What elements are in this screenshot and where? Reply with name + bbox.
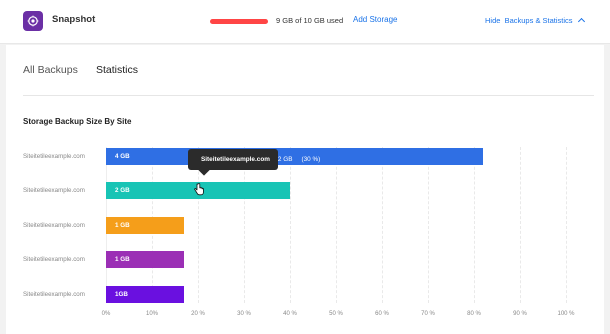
grid-line [244, 147, 245, 303]
x-axis-tick-label: 40 % [283, 311, 297, 317]
chart-bar[interactable]: 4 GB [106, 148, 484, 165]
chevron-up-icon [577, 17, 585, 26]
x-axis-tick-label: 60 % [375, 311, 389, 317]
tooltip-size: 2 GB [277, 156, 293, 163]
site-label: Siteitetileexample.com [23, 187, 85, 194]
x-axis-tick-label: 80 % [467, 311, 481, 317]
grid-line [290, 147, 291, 303]
tab-statistics[interactable]: Statistics [96, 64, 138, 76]
app-title: Snapshot [52, 14, 96, 25]
chart-bar[interactable]: 1GB [106, 286, 185, 303]
hide-backups-statistics-toggle[interactable]: Hide Backups & Statistics [485, 16, 585, 26]
tab-all-backups[interactable]: All Backups [23, 64, 78, 76]
add-storage-link[interactable]: Add Storage [353, 15, 397, 24]
snapshot-logo-icon [23, 11, 43, 31]
bar-size-label: 2 GB [115, 187, 130, 194]
grid-line [382, 147, 383, 303]
statistics-panel: All Backups Statistics Storage Backup Si… [6, 45, 604, 334]
grid-line [428, 147, 429, 303]
tooltip-percent: (30 %) [301, 156, 321, 163]
bar-size-label: 1 GB [115, 222, 130, 229]
storage-usage-text: 9 GB of 10 GB used [276, 16, 344, 25]
x-axis-tick-label: 0% [101, 311, 111, 317]
site-label: Siteitetileexample.com [23, 291, 85, 298]
x-axis-tick-label: 50 % [329, 311, 343, 317]
site-label: Siteitetileexample.com [23, 153, 85, 160]
section-title: Storage Backup Size By Site [23, 117, 132, 126]
x-axis-tick-label: 70 % [421, 311, 435, 317]
site-label: Siteitetileexample.com [23, 222, 85, 229]
grid-line [566, 147, 567, 303]
bar-size-label: 1GB [115, 291, 128, 298]
chart-bar[interactable]: 1 GB [106, 251, 185, 268]
top-bar: Snapshot 9 GB of 10 GB used Add Storage … [0, 0, 610, 44]
chart-bar[interactable]: 1 GB [106, 217, 185, 234]
x-axis-tick-label: 90 % [513, 311, 527, 317]
hide-link-label: Hide Backups & Statistics [485, 16, 573, 25]
site-label: Siteitetileexample.com [23, 256, 85, 263]
hand-pointer-cursor-icon [194, 183, 204, 196]
x-axis-tick-label: 30 % [237, 311, 251, 317]
tabs-divider [23, 95, 594, 96]
storage-usage-bar [210, 19, 268, 24]
bar-size-label: 1 GB [115, 256, 130, 263]
grid-line [520, 147, 521, 303]
grid-line [336, 147, 337, 303]
chart-tooltip: Siteitetileexample.com 2 GB (30 %) [188, 149, 320, 170]
tooltip-site: Siteitetileexample.com [201, 156, 270, 163]
x-axis-tick-label: 10% [145, 311, 158, 317]
bar-size-label: 4 GB [115, 153, 130, 160]
x-axis-tick-label: 20 % [191, 311, 205, 317]
x-axis-tick-label: 100 % [557, 311, 575, 317]
grid-line [474, 147, 475, 303]
